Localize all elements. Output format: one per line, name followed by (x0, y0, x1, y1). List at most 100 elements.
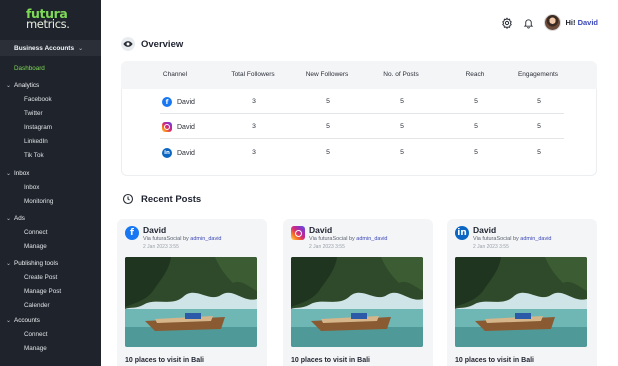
sidebar-group-label: Accounts (14, 317, 40, 324)
reach-cell: 5 (474, 98, 478, 105)
post-author: David (309, 225, 333, 235)
post-caption: 10 places to visit in Bali (125, 357, 204, 364)
linkedin-icon: in (455, 226, 469, 240)
greeting-text: Hi! (565, 18, 576, 27)
post-author: David (473, 225, 497, 235)
settings-icon[interactable] (500, 16, 513, 29)
sidebar-item-ads-manage[interactable]: Manage (24, 243, 47, 250)
post-via: Via futuraSocial by admin_david (143, 236, 221, 242)
user-name: David (577, 18, 598, 27)
clock-icon (121, 192, 135, 206)
total-followers-cell: 3 (252, 98, 256, 105)
channel-cell: f David (162, 97, 195, 107)
engagements-cell: 5 (537, 123, 541, 130)
sidebar-item-instagram[interactable]: Instagram (24, 124, 52, 131)
channel-cell: in David (162, 148, 195, 158)
account-switcher-label: Business Accounts (14, 44, 75, 52)
linkedin-icon: in (162, 148, 172, 158)
column-header[interactable]: Total Followers (231, 71, 274, 78)
sidebar-item-monitoring[interactable]: Monitoring (24, 198, 53, 205)
post-image[interactable] (125, 257, 257, 347)
column-header[interactable]: Reach (466, 71, 485, 78)
chevron-down-icon: ⌄ (6, 83, 12, 89)
chevron-down-icon: ⌄ (6, 261, 12, 267)
post-date: 2 Jan 2023 3:55 (143, 244, 179, 250)
channel-name: David (177, 149, 195, 157)
column-header[interactable]: New Followers (306, 71, 349, 78)
post-caption: 10 places to visit in Bali (291, 357, 370, 364)
posts-cell: 5 (400, 149, 404, 156)
overview-title: Overview (141, 38, 184, 50)
sidebar-item-inbox[interactable]: Inbox (24, 184, 39, 191)
post-caption: 10 places to visit in Bali (455, 357, 534, 364)
new-followers-cell: 5 (326, 123, 330, 130)
via-user-link[interactable]: admin_david (356, 236, 387, 242)
reach-cell: 5 (474, 149, 478, 156)
column-header[interactable]: No. of Posts (383, 71, 418, 78)
via-user-link[interactable]: admin_david (520, 236, 551, 242)
posts-cell: 5 (400, 123, 404, 130)
header-actions: Hi! David (500, 14, 598, 31)
reach-cell: 5 (474, 123, 478, 130)
facebook-icon: f (125, 226, 139, 240)
column-header[interactable]: Engagements (518, 71, 558, 78)
sidebar-item-tiktok[interactable]: Tik Tok (24, 152, 44, 159)
bell-icon[interactable] (522, 16, 535, 29)
channel-name: David (177, 123, 195, 131)
chevron-down-icon: ⌄ (6, 318, 12, 324)
post-date: 2 Jan 2023 3:55 (473, 244, 509, 250)
sidebar-group-label: Inbox (14, 170, 30, 177)
overview-table: Channel Total Followers New Followers No… (121, 61, 597, 176)
sidebar-item-accounts-manage[interactable]: Manage (24, 345, 47, 352)
overview-header: Overview (121, 37, 183, 51)
sidebar-item-twitter[interactable]: Twitter (24, 110, 43, 117)
sidebar-group-analytics[interactable]: ⌄ Analytics (6, 82, 39, 89)
column-header[interactable]: Channel (163, 71, 187, 78)
sidebar-group-label: Analytics (14, 82, 40, 89)
post-image[interactable] (455, 257, 587, 347)
sidebar-group-ads[interactable]: ⌄ Ads (6, 215, 25, 222)
eye-icon (121, 37, 135, 51)
account-switcher[interactable]: Business Accounts ⌄ (0, 40, 101, 56)
sidebar-group-accounts[interactable]: ⌄ Accounts (6, 317, 40, 324)
sidebar-item-create-post[interactable]: Create Post (24, 274, 57, 281)
sidebar-item-linkedin[interactable]: LinkedIn (24, 138, 48, 145)
engagements-cell: 5 (537, 98, 541, 105)
table-row[interactable]: in David 3 5 5 5 5 (122, 140, 598, 165)
posts-cell: 5 (400, 98, 404, 105)
total-followers-cell: 3 (252, 149, 256, 156)
channel-name: David (177, 98, 195, 106)
post-author: David (143, 225, 167, 235)
sidebar-item-facebook[interactable]: Facebook (24, 96, 52, 103)
avatar[interactable] (544, 14, 562, 31)
total-followers-cell: 3 (252, 123, 256, 130)
sidebar-item-manage-post[interactable]: Manage Post (24, 288, 61, 295)
via-user-link[interactable]: admin_david (190, 236, 221, 242)
post-card[interactable]: f David Via futuraSocial by admin_david … (117, 219, 267, 366)
overview-table-header: Channel Total Followers New Followers No… (121, 71, 597, 85)
sidebar-item-dashboard[interactable]: Dashboard (14, 65, 45, 72)
sidebar-item-accounts-connect[interactable]: Connect (24, 331, 47, 338)
overview-table-body: f David 3 5 5 5 5 David 3 5 5 5 5 in David… (121, 89, 597, 176)
sidebar-item-ads-connect[interactable]: Connect (24, 229, 47, 236)
brand-logo[interactable]: futura metrics. (26, 7, 76, 31)
sidebar-group-publishing-tools[interactable]: ⌄ Publishing tools (6, 260, 58, 267)
sidebar: futura metrics. Business Accounts ⌄ Dash… (0, 0, 101, 366)
post-via: Via futuraSocial by admin_david (309, 236, 387, 242)
user-greeting[interactable]: Hi! David (565, 18, 598, 27)
table-row[interactable]: f David 3 5 5 5 5 (122, 89, 598, 114)
recent-posts-header: Recent Posts (121, 192, 201, 206)
sidebar-group-inbox[interactable]: ⌄ Inbox (6, 170, 29, 177)
post-card[interactable]: David Via futuraSocial by admin_david 2 … (283, 219, 433, 366)
post-image[interactable] (291, 257, 423, 347)
post-date: 2 Jan 2023 3:55 (309, 244, 345, 250)
channel-cell: David (162, 122, 195, 132)
row-divider (160, 138, 564, 139)
logo-text-line2: metrics. (26, 17, 70, 31)
post-card[interactable]: in David Via futuraSocial by admin_david… (447, 219, 597, 366)
table-row[interactable]: David 3 5 5 5 5 (122, 114, 598, 139)
chevron-down-icon: ⌄ (6, 171, 12, 177)
sidebar-item-calender[interactable]: Calender (24, 302, 50, 309)
post-via: Via futuraSocial by admin_david (473, 236, 551, 242)
new-followers-cell: 5 (326, 149, 330, 156)
